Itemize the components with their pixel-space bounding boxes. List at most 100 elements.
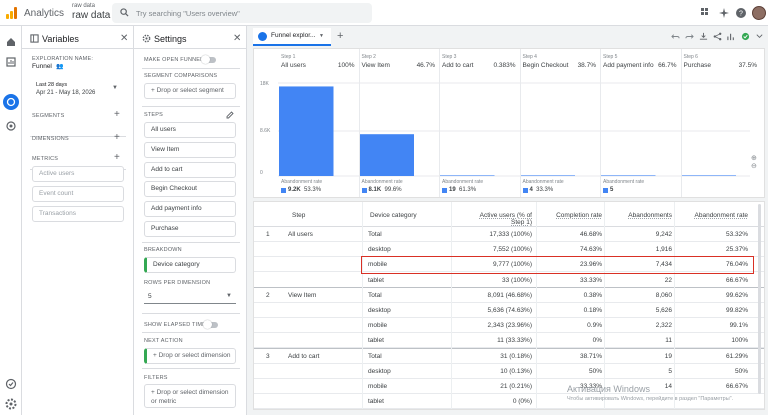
home-icon[interactable] [5,36,17,48]
elapsed-time-toggle[interactable] [203,320,218,329]
column-header-completion-rate[interactable]: Completion rate [544,212,602,219]
table-cell-users: 31 (0.18%) [500,352,532,360]
left-nav-rail [0,26,22,415]
reports-icon[interactable] [5,56,17,68]
funnel-bar-step-3[interactable] [440,175,495,176]
table-scrollbar[interactable] [758,204,761,394]
table-cell-abandonments: 1,916 [655,246,672,254]
tab-funnel-exploration[interactable]: Funnel explor... ▼ [253,28,331,46]
step-header-5[interactable]: Step 5 Add payment info 66.7% [600,54,680,72]
exploration-name-value[interactable]: Funnel [32,63,52,70]
column-header-step[interactable]: Step [292,212,305,219]
step-group-divider [254,286,764,288]
abandonment-value[interactable]: 9.2K 53.3% [288,187,321,193]
metric-chip-event-count[interactable]: Event count [32,186,124,202]
table-cell-step: View Item [288,291,317,299]
search-input[interactable]: Try searching "Users overview" [112,3,372,23]
table-row[interactable]: desktop 7,552 (100%) 74.63% 1,916 25.37% [254,242,764,258]
zoom-controls[interactable]: ⊕ ⊖ [751,154,757,170]
download-icon[interactable] [699,32,708,41]
add-segment-button[interactable]: + [114,109,120,120]
apps-grid-icon[interactable] [700,7,712,19]
step-header-3[interactable]: Step 3 Add to cart 0.383% [439,54,519,72]
step-header-1[interactable]: Step 1 All users 100% [278,54,358,72]
column-divider [451,202,452,409]
edit-steps-icon[interactable] [226,111,234,119]
table-cell-completion: 46.68% [579,231,602,238]
collapse-icon[interactable] [755,32,764,41]
table-cell-device: tablet [368,398,384,406]
table-row[interactable]: 3 Add to cart Total 31 (0.18%) 38.71% 19 61.29… [254,349,764,364]
sparkle-icon[interactable] [718,7,730,19]
drop-segment-target[interactable]: + Drop or select segment [144,83,236,99]
table-row[interactable]: 1 All users Total 17,333 (100%) 46.68% 9,242 5… [254,227,764,242]
funnel-bar-step-6[interactable] [681,175,737,176]
abandonment-value[interactable]: 5 [610,187,613,193]
admin-check-icon[interactable] [5,378,17,390]
insights-icon[interactable] [727,32,736,41]
share-icon[interactable] [713,32,722,41]
step-chip-add-to-cart[interactable]: Add to cart [144,162,236,178]
redo-icon[interactable] [685,32,694,41]
drop-filter-target[interactable]: + Drop or select dimension or metric [144,384,236,408]
metric-chip-active-users[interactable]: Active users [32,166,124,182]
table-row[interactable]: mobile 21 (0.21%) 33.33% 14 66.67% [254,379,764,394]
table-row[interactable]: desktop 5,636 (74.63%) 0.18% 5,626 99.82% [254,303,764,318]
step-chip-begin-checkout[interactable]: Begin Checkout [144,181,236,197]
breakdown-chip-device-category[interactable]: Device category [144,257,236,273]
column-header-abandonments[interactable]: Abandonments [606,212,672,219]
app-name[interactable]: Analytics [24,8,64,19]
advertising-icon[interactable] [5,120,17,132]
abandonment-value[interactable]: 4 33.3% [530,187,554,193]
table-cell-num: 1 [266,231,270,238]
table-row[interactable]: tablet 33 (100%) 33.33% 22 66.67% [254,273,764,288]
metric-chip-transactions[interactable]: Transactions [32,206,124,222]
analytics-logo-icon[interactable] [6,7,18,19]
chevron-down-icon: ▼ [226,293,232,299]
step-chip-view-item[interactable]: View Item [144,142,236,158]
add-tab-button[interactable]: + [337,30,343,42]
abandonment-value[interactable]: 19 61.3% [449,187,476,193]
date-range-picker[interactable]: Last 28 days Apr 21 - May 18, 2026 ▼ [30,78,126,102]
property-selector[interactable]: raw data [72,10,110,21]
step-chip-purchase[interactable]: Purchase [144,221,236,237]
property-account-label[interactable]: raw data [72,3,95,9]
abandonment-swatch [522,188,528,193]
column-header-abandonment-rate[interactable]: Abandonment rate [678,212,748,219]
step-header-2[interactable]: Step 2 View Item 46.7% [359,54,439,72]
abandonment-value[interactable]: 8.1K 99.6% [369,187,402,193]
rows-per-dimension-select[interactable]: 5 ▼ [144,290,236,304]
undo-icon[interactable] [671,32,680,41]
table-row[interactable]: 2 View Item Total 8,091 (46.68%) 0.38% 8,060 9… [254,288,764,303]
table-row[interactable]: desktop 10 (0.13%) 50% 5 50% [254,364,764,379]
table-cell-rate: 99.1% [729,322,748,330]
drop-dimension-target[interactable]: + Drop or select dimension [144,348,236,364]
table-cell-device: desktop [368,367,391,375]
settings-close-icon[interactable]: ✕ [233,33,241,44]
help-icon[interactable]: ? [735,7,747,19]
funnel-bar-step-4[interactable] [520,175,576,176]
drop-dimension-text: Drop or select dimension [158,352,231,359]
date-preset-label: Last 28 days [36,82,68,88]
table-row[interactable]: mobile 2,343 (23.96%) 0.9% 2,322 99.1% [254,318,764,334]
column-header-device-category[interactable]: Device category [370,212,417,219]
funnel-bar-step-5[interactable] [601,175,656,176]
step-chip-add-payment-info[interactable]: Add payment info [144,201,236,217]
variables-close-icon[interactable]: ✕ [120,33,128,44]
step-completion-pct: 0.383% [493,62,516,69]
user-avatar[interactable] [752,6,766,20]
funnel-bar-step-2[interactable] [359,134,415,176]
open-funnel-toggle[interactable] [201,55,216,64]
funnel-bar-step-1[interactable] [279,86,334,176]
column-header-active-users[interactable]: Active users (% of Step 1) [468,212,532,226]
table-cell-device: Total [368,231,382,238]
table-row[interactable]: tablet 11 (33.33%) 0% 11 100% [254,333,764,349]
status-check-icon[interactable] [741,32,750,41]
table-cell-step: All users [288,231,313,238]
add-dimension-button[interactable]: + [114,132,120,143]
settings-gear-icon[interactable] [5,398,17,410]
step-chip-all-users[interactable]: All users [144,122,236,138]
step-header-6[interactable]: Step 6 Purchase 37.5% [681,54,761,72]
add-metric-button[interactable]: + [114,152,120,163]
step-header-4[interactable]: Step 4 Begin Checkout 38.7% [520,54,600,72]
